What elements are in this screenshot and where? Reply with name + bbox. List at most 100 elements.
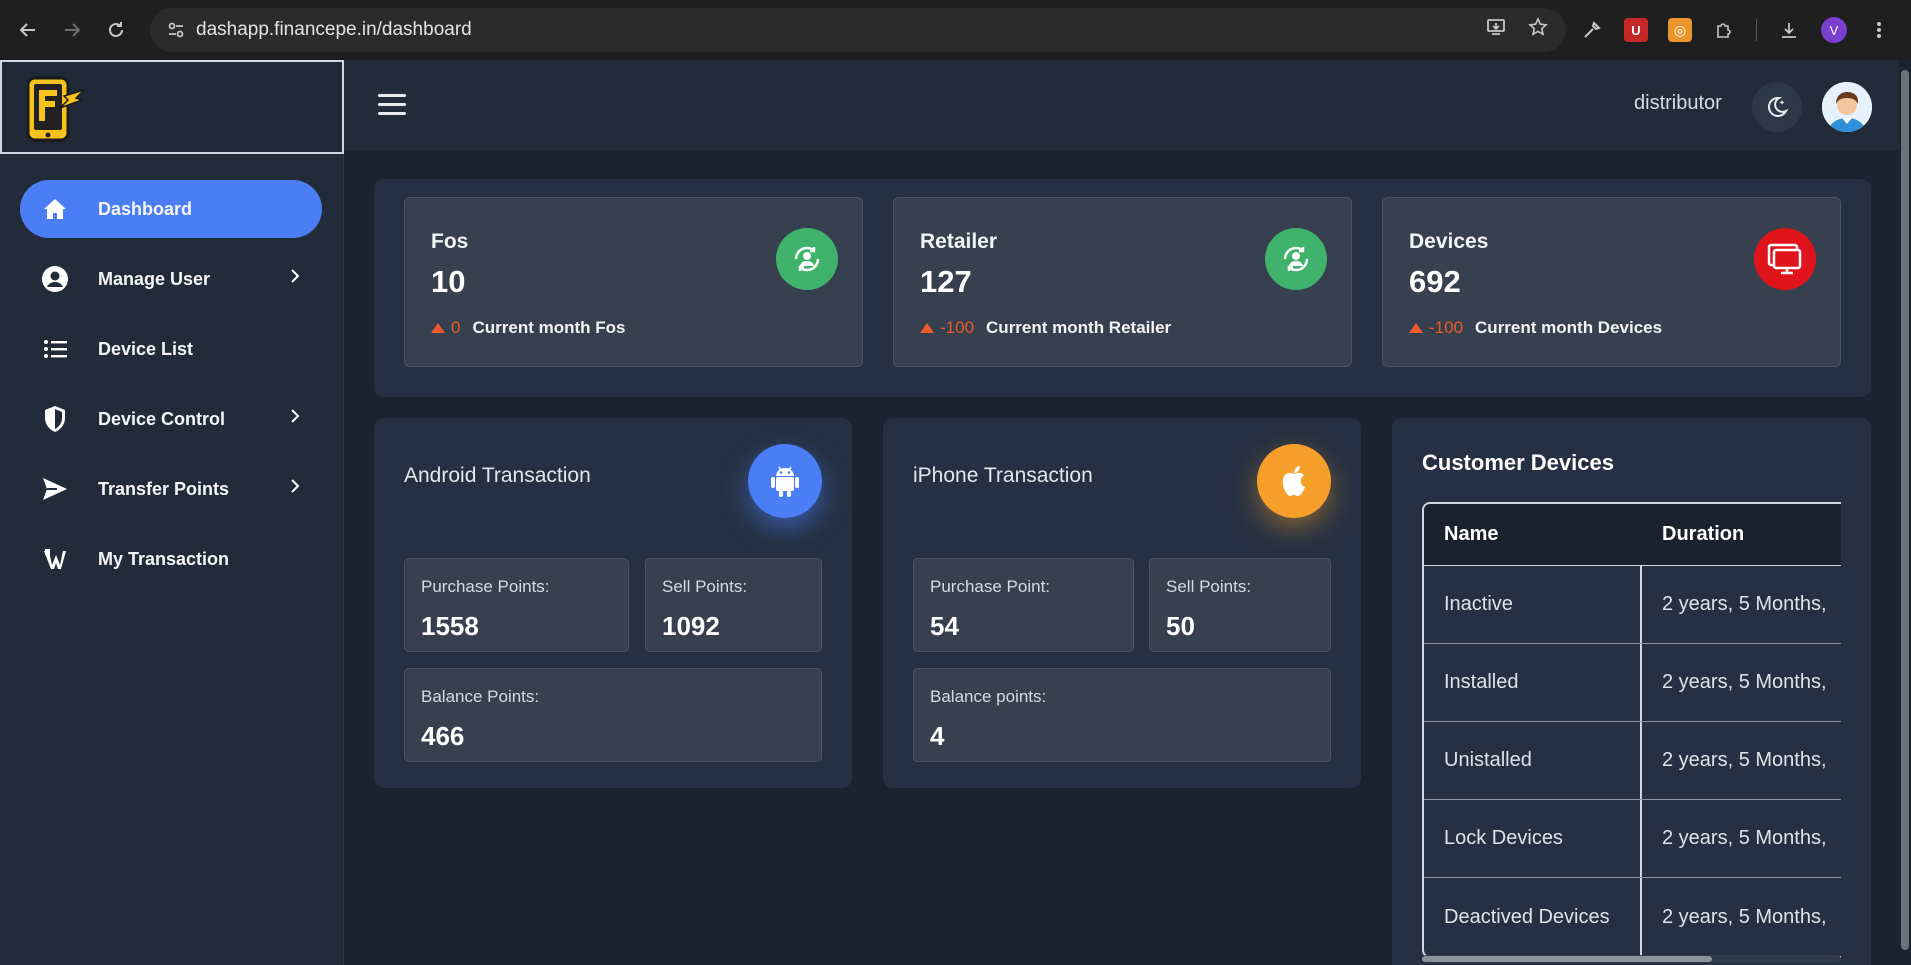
panel-title: iPhone Transaction — [913, 464, 1093, 487]
sell-points-label: Sell Points: — [1166, 577, 1252, 596]
android-transaction-panel: Android Transaction Purchase Points: 155… — [374, 418, 852, 788]
profile-avatar[interactable]: V — [1821, 17, 1847, 43]
sidebar-item-label: Transfer Points — [98, 478, 230, 499]
chevron-right-icon — [291, 409, 300, 423]
install-app-icon[interactable] — [1486, 17, 1506, 43]
balance-points-value: 4 — [930, 721, 945, 751]
stat-delta: 0 Current month Fos — [431, 318, 625, 338]
url-text: dashapp.financepe.in/dashboard — [196, 19, 472, 40]
purchase-point-label: Purchase Point: — [930, 577, 1051, 596]
table-horizontal-scrollbar[interactable] — [1422, 955, 1841, 963]
balance-points-box: Balance Points: 466 — [404, 668, 822, 762]
balance-points-label: Balance points: — [930, 687, 1047, 706]
purchase-point-box: Purchase Point: 54 — [913, 558, 1134, 652]
browser-menu-icon[interactable] — [1867, 18, 1891, 42]
page-vertical-scrollbar[interactable] — [1899, 60, 1911, 965]
column-header-name: Name — [1444, 523, 1499, 545]
device-status-name: Deactived Devices — [1424, 878, 1642, 956]
sidebar-item-dashboard[interactable]: Dashboard — [20, 180, 322, 238]
stat-title: Retailer — [920, 230, 998, 253]
shield-extension-icon[interactable]: U — [1624, 18, 1648, 42]
eyedropper-extension-icon[interactable] — [1580, 18, 1604, 42]
back-icon[interactable] — [6, 8, 50, 52]
stat-delta-value: -100 — [940, 318, 975, 337]
sidebar-item-manage-user[interactable]: Manage User — [20, 250, 322, 308]
sidebar-item-my-transaction[interactable]: My Transaction — [20, 530, 322, 588]
purchase-point-value: 54 — [930, 611, 959, 641]
chevron-right-icon — [291, 269, 300, 283]
hamburger-menu-icon[interactable] — [378, 94, 406, 116]
scrollbar-thumb[interactable] — [1901, 70, 1909, 950]
sidebar-item-device-control[interactable]: Device Control — [20, 390, 322, 448]
user-avatar[interactable] — [1822, 82, 1872, 132]
android-icon — [748, 444, 822, 518]
user-name: distributor — [1634, 92, 1722, 114]
forward-icon[interactable] — [50, 8, 94, 52]
sidebar: Dashboard Manage User Device List Device… — [0, 60, 344, 965]
stat-delta-value: 0 — [451, 318, 461, 337]
address-bar[interactable]: dashapp.financepe.in/dashboard — [150, 8, 1566, 52]
stat-card-retailer[interactable]: Retailer 127 -100 Current month Retailer — [893, 197, 1352, 367]
downloads-icon[interactable] — [1777, 18, 1801, 42]
home-icon — [34, 194, 76, 224]
site-settings-icon[interactable] — [156, 8, 196, 52]
stat-delta: -100 Current month Retailer — [920, 318, 1171, 338]
sidebar-item-label: Device Control — [98, 408, 226, 429]
triangle-up-icon — [431, 323, 445, 333]
stat-card-fos[interactable]: Fos 10 0 Current month Fos — [404, 197, 863, 367]
table-row[interactable]: Inactive 2 years, 5 Months, — [1424, 566, 1841, 644]
device-status-duration: 2 years, 5 Months, — [1662, 827, 1827, 849]
user-sync-icon — [1265, 228, 1327, 290]
stat-title: Fos — [431, 230, 469, 253]
table-row[interactable]: Lock Devices 2 years, 5 Months, — [1424, 800, 1841, 878]
send-icon — [34, 474, 76, 504]
stat-value: 692 — [1409, 264, 1461, 299]
purchase-points-value: 1558 — [421, 611, 479, 641]
balance-points-box: Balance points: 4 — [913, 668, 1331, 762]
purchase-points-box: Purchase Points: 1558 — [404, 558, 629, 652]
device-status-duration: 2 years, 5 Months, — [1662, 905, 1827, 928]
orange-extension-icon[interactable]: ◎ — [1668, 18, 1692, 42]
table-row[interactable]: Unistalled 2 years, 5 Months, — [1424, 722, 1841, 800]
sidebar-item-transfer-points[interactable]: Transfer Points — [20, 460, 322, 518]
stat-delta: -100 Current month Devices — [1409, 318, 1662, 338]
device-status-name: Inactive — [1424, 566, 1642, 643]
customer-devices-table: Name Duration Inactive 2 years, 5 Months… — [1422, 502, 1841, 958]
sell-points-value: 1092 — [662, 611, 720, 641]
stat-delta-value: -100 — [1429, 318, 1464, 337]
table-row[interactable]: Deactived Devices 2 years, 5 Months, — [1424, 878, 1841, 956]
table-row[interactable]: Installed 2 years, 5 Months, — [1424, 644, 1841, 722]
sell-points-value: 50 — [1166, 611, 1195, 641]
theme-toggle-button[interactable] — [1752, 82, 1802, 132]
moon-icon — [1767, 96, 1789, 117]
sidebar-item-device-list[interactable]: Device List — [20, 320, 322, 378]
extensions-puzzle-icon[interactable] — [1712, 18, 1736, 42]
device-status-name: Installed — [1424, 644, 1642, 721]
bookmark-star-icon[interactable] — [1528, 17, 1548, 43]
panel-title: Android Transaction — [404, 464, 591, 487]
toolbar-divider — [1756, 19, 1757, 41]
wallet-icon — [34, 544, 76, 574]
scrollbar-thumb[interactable] — [1422, 956, 1712, 962]
list-icon — [34, 334, 76, 364]
iphone-transaction-panel: iPhone Transaction Purchase Point: 54 Se… — [883, 418, 1361, 788]
balance-points-value: 466 — [421, 721, 465, 751]
stat-card-devices[interactable]: Devices 692 -100 Current month Devices — [1382, 197, 1841, 367]
sidebar-menu: Dashboard Manage User Device List Device… — [20, 180, 322, 600]
sidebar-item-label: Device List — [98, 338, 194, 359]
customer-devices-panel: Customer Devices Name Duration Inactive … — [1392, 418, 1871, 965]
table-header: Name Duration — [1424, 504, 1841, 566]
device-status-name: Unistalled — [1424, 722, 1642, 799]
brand-logo-area[interactable] — [0, 60, 344, 154]
financepe-logo-icon — [26, 76, 85, 142]
sell-points-box: Sell Points: 50 — [1149, 558, 1331, 652]
top-header: distributor — [344, 60, 1911, 150]
device-status-duration: 2 years, 5 Months, — [1662, 749, 1827, 771]
stat-delta-label: Current month Fos — [472, 318, 626, 337]
sell-points-box: Sell Points: 1092 — [645, 558, 822, 652]
balance-points-label: Balance Points: — [421, 687, 540, 706]
user-sync-icon — [776, 228, 838, 290]
sidebar-item-label: Manage User — [98, 268, 211, 289]
column-header-duration: Duration — [1662, 523, 1745, 545]
reload-icon[interactable] — [94, 8, 138, 52]
